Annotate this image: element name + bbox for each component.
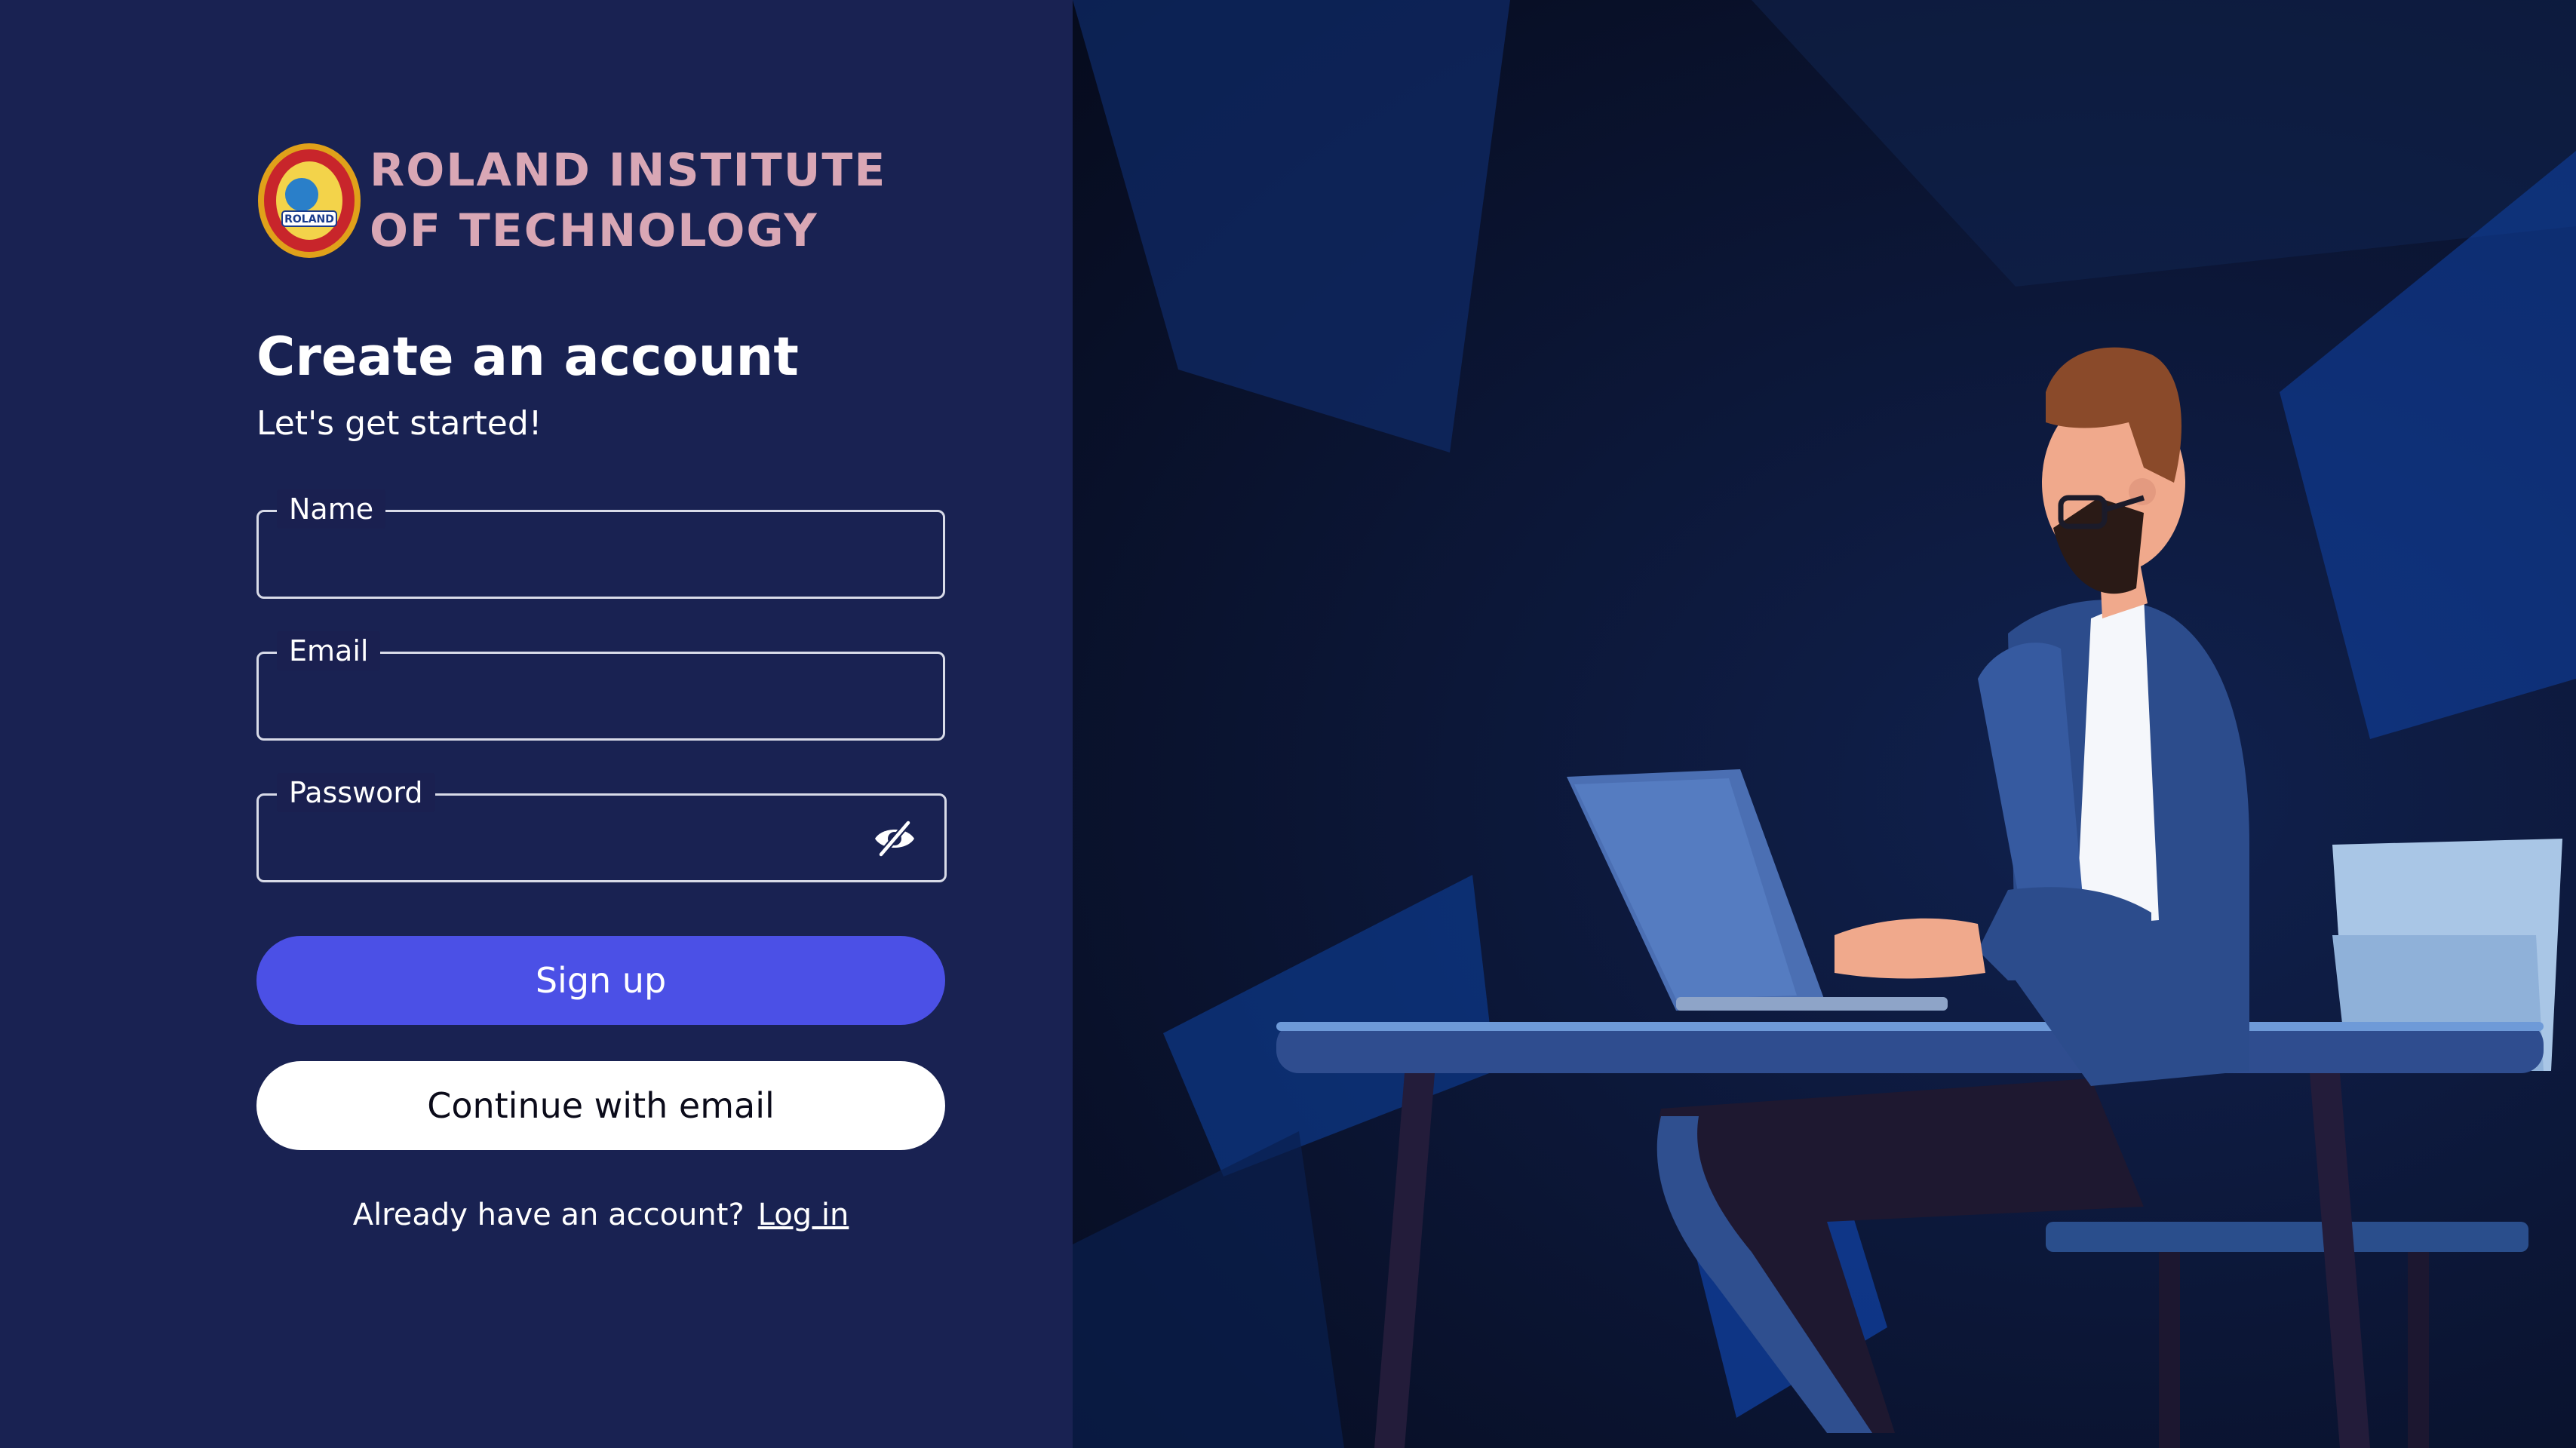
svg-text:ROLAND: ROLAND [284,213,334,225]
email-label: Email [277,631,381,670]
man-working-on-laptop-illustration [1073,0,2576,1448]
continue-with-email-button[interactable]: Continue with email [256,1061,945,1150]
login-prompt-text: Already have an account? [352,1198,745,1232]
email-field[interactable]: Email [256,631,945,741]
name-input[interactable] [274,527,852,581]
brand-name: ROLAND INSTITUTE OF TECHNOLOGY [370,140,886,261]
password-input[interactable] [274,811,854,865]
institute-logo-icon: ROLAND [258,143,361,258]
password-label: Password [277,773,435,812]
password-field[interactable]: Password [256,773,947,882]
log-in-link[interactable]: Log in [758,1198,849,1232]
eye-slash-icon[interactable] [872,818,917,859]
hero-illustration [1073,0,2576,1448]
brand-header: ROLAND ROLAND INSTITUTE OF TECHNOLOGY [256,140,886,261]
brand-line-2: OF TECHNOLOGY [370,204,818,257]
email-input[interactable] [274,669,852,723]
page-subtitle: Let's get started! [256,404,542,443]
login-prompt: Already have an account? Log in [256,1198,945,1232]
sign-up-button[interactable]: Sign up [256,936,945,1025]
name-field[interactable]: Name [256,489,945,599]
page-title: Create an account [256,326,799,388]
name-label: Name [277,489,386,529]
signup-panel: ROLAND ROLAND INSTITUTE OF TECHNOLOGY Cr… [0,0,1073,1448]
brand-line-1: ROLAND INSTITUTE [370,144,887,197]
